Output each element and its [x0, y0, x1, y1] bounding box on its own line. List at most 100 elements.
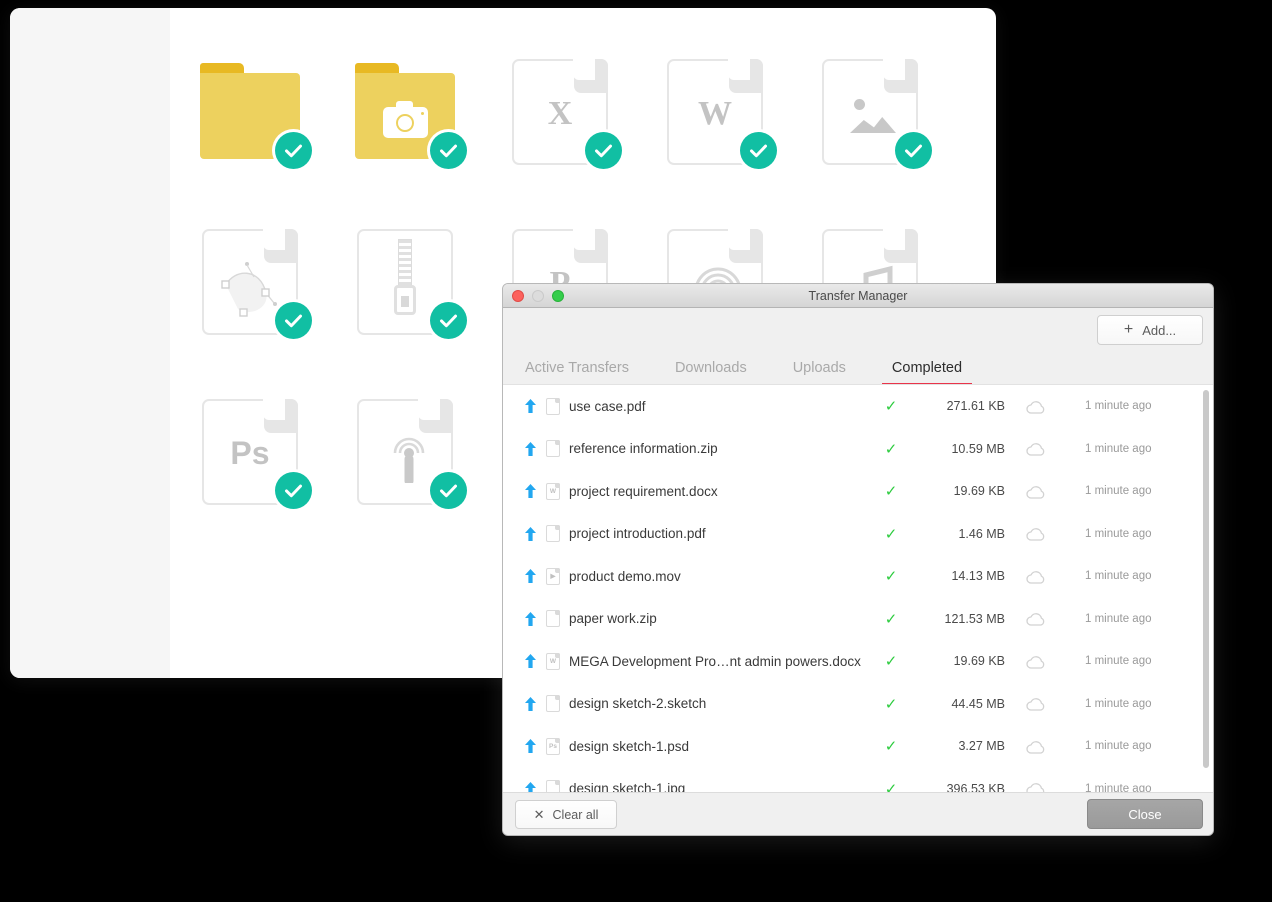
transfer-filename: project requirement.docx [569, 484, 863, 499]
transfer-status-check: ✓ [863, 652, 919, 670]
transfer-size: 19.69 KB [919, 484, 1005, 498]
check-badge [740, 132, 777, 169]
filetype-pdf-icon [546, 525, 560, 542]
filetype-zip-icon [546, 440, 560, 457]
file-icon-cell[interactable] [200, 223, 355, 393]
cloud-icon[interactable] [1005, 441, 1067, 456]
check-badge [895, 132, 932, 169]
file-glyph: Ps [204, 435, 296, 472]
file-icon-cell[interactable] [355, 53, 510, 223]
transfer-time: 1 minute ago [1067, 570, 1187, 582]
upload-arrow-icon [525, 527, 541, 541]
tab-uploads[interactable]: Uploads [793, 360, 846, 384]
transfer-size: 10.59 MB [919, 442, 1005, 456]
file-icon-cell[interactable]: Ps [200, 393, 355, 563]
close-button[interactable]: Close [1087, 799, 1203, 829]
transfer-time: 1 minute ago [1067, 400, 1187, 412]
tab-completed[interactable]: Completed [892, 360, 962, 384]
close-button-label: Close [1128, 807, 1161, 822]
file-glyph: X [514, 95, 606, 133]
add-button[interactable]: + Add... [1097, 315, 1203, 345]
transfer-time: 1 minute ago [1067, 528, 1187, 540]
check-badge [585, 132, 622, 169]
file-icon-cell[interactable] [820, 53, 975, 223]
tab-active-transfers[interactable]: Active Transfers [525, 360, 629, 384]
transfer-status-check: ✓ [863, 695, 919, 713]
cloud-icon[interactable] [1005, 526, 1067, 541]
file-icon-cell[interactable] [355, 223, 510, 393]
filetype-pdf-icon [546, 398, 560, 415]
window-titlebar[interactable]: Transfer Manager [503, 284, 1213, 308]
cloud-icon[interactable] [1005, 569, 1067, 584]
cloud-icon[interactable] [1005, 696, 1067, 711]
transfer-row[interactable]: Psdesign sketch-1.psd✓3.27 MB1 minute ag… [503, 725, 1213, 768]
filetype-psd-icon: Ps [546, 738, 560, 755]
tab-bar: Active Transfers Downloads Uploads Compl… [503, 354, 1213, 384]
check-badge [430, 132, 467, 169]
transfer-manager-window: Transfer Manager + Add... Active Transfe… [502, 283, 1214, 836]
transfer-filename: use case.pdf [569, 399, 863, 414]
cloud-icon[interactable] [1005, 611, 1067, 626]
tab-downloads[interactable]: Downloads [675, 360, 747, 384]
cloud-icon[interactable] [1005, 739, 1067, 754]
cloud-icon[interactable] [1005, 654, 1067, 669]
transfer-time: 1 minute ago [1067, 613, 1187, 625]
transfer-size: 19.69 KB [919, 654, 1005, 668]
transfer-row[interactable]: WMEGA Development Pro…nt admin powers.do… [503, 640, 1213, 683]
check-badge [275, 132, 312, 169]
transfer-size: 271.61 KB [919, 399, 1005, 413]
transfer-row[interactable]: reference information.zip✓10.59 MB1 minu… [503, 428, 1213, 471]
transfer-status-check: ✓ [863, 482, 919, 500]
upload-arrow-icon [525, 654, 541, 668]
upload-arrow-icon [525, 569, 541, 583]
check-badge [430, 472, 467, 509]
transfer-filename: MEGA Development Pro…nt admin powers.doc… [569, 654, 863, 669]
filetype-mov-icon: ▶ [546, 568, 560, 585]
transfer-row[interactable]: Wproject requirement.docx✓19.69 KB 1 minu… [503, 470, 1213, 513]
clear-all-label: Clear all [553, 808, 599, 822]
transfer-row[interactable]: project introduction.pdf✓1.46 MB1 minute… [503, 513, 1213, 556]
transfer-time: 1 minute ago [1067, 740, 1187, 752]
transfer-filename: design sketch-2.sketch [569, 696, 863, 711]
transfer-row[interactable]: use case.pdf✓271.61 KB1 minute ago [503, 385, 1213, 428]
check-badge [275, 472, 312, 509]
file-icon-cell[interactable] [200, 53, 355, 223]
transfer-filename: reference information.zip [569, 441, 863, 456]
filetype-docx-icon: W [546, 483, 560, 500]
upload-arrow-icon [525, 612, 541, 626]
transfer-size: 14.13 MB [919, 569, 1005, 583]
transfer-filename: design sketch-1.psd [569, 739, 863, 754]
transfer-time: 1 minute ago [1067, 485, 1187, 497]
transfer-row[interactable]: design sketch-1.jpg✓396.53 KB1 minute ag… [503, 768, 1213, 793]
cloud-icon[interactable] [1005, 484, 1067, 499]
upload-arrow-icon [525, 399, 541, 413]
cloud-icon[interactable] [1005, 399, 1067, 414]
scrollbar-track[interactable] [1201, 389, 1210, 788]
add-button-label: Add... [1142, 323, 1176, 338]
file-icon-row: X W [200, 53, 990, 223]
transfer-time: 1 minute ago [1067, 783, 1187, 792]
file-icon-cell[interactable]: W [665, 53, 820, 223]
transfer-time: 1 minute ago [1067, 655, 1187, 667]
window-title: Transfer Manager [503, 289, 1213, 303]
file-icon-cell[interactable] [355, 393, 510, 563]
upload-arrow-icon [525, 442, 541, 456]
file-icon-cell[interactable]: X [510, 53, 665, 223]
transfer-filename: paper work.zip [569, 611, 863, 626]
check-badge [430, 302, 467, 339]
cloud-icon[interactable] [1005, 781, 1067, 792]
transfer-status-check: ✓ [863, 780, 919, 792]
transfer-status-check: ✓ [863, 440, 919, 458]
scrollbar-thumb[interactable] [1202, 389, 1210, 769]
plus-icon: + [1124, 322, 1133, 338]
upload-arrow-icon [525, 484, 541, 498]
clear-all-button[interactable]: ✕ Clear all [515, 800, 617, 829]
transfer-list[interactable]: use case.pdf ✓ 271.61 KB 1 minute ago refere… [503, 384, 1213, 792]
window-toolbar: + Add... [503, 308, 1213, 354]
filetype-jpg-icon [546, 780, 560, 792]
transfer-row[interactable]: design sketch-2.sketch✓44.45 MB1 minute … [503, 683, 1213, 726]
transfer-row[interactable]: ▶product demo.mov✓14.13 MB1 minute ago [503, 555, 1213, 598]
screen: X W [0, 0, 1272, 902]
filetype-sketch-icon [546, 695, 560, 712]
transfer-row[interactable]: paper work.zip✓121.53 MB1 minute ago [503, 598, 1213, 641]
